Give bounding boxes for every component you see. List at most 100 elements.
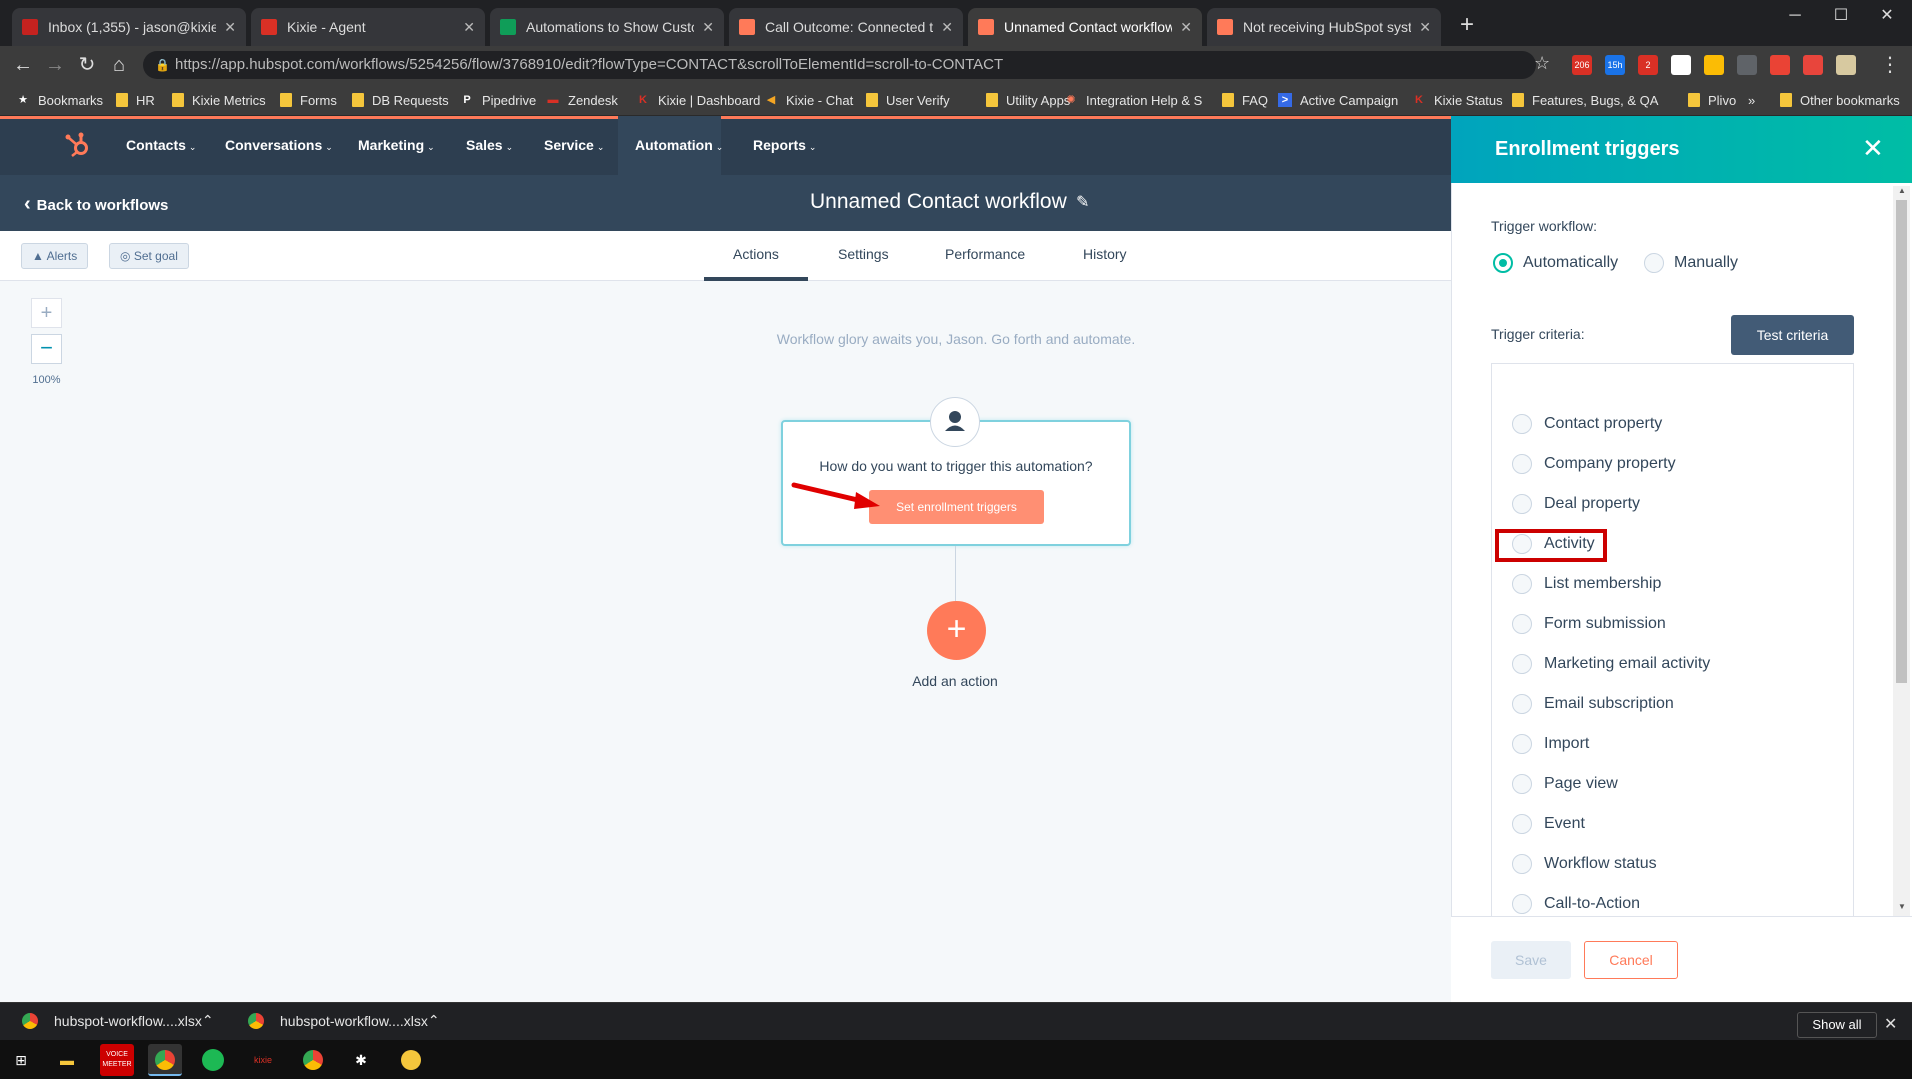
add-action-button[interactable]: + [927, 601, 986, 660]
criteria-radio[interactable] [1512, 694, 1532, 714]
criteria-contact-property[interactable]: Contact property [1544, 415, 1662, 433]
criteria-radio[interactable] [1512, 854, 1532, 874]
chevron-up-icon[interactable]: ⌃ [428, 1012, 440, 1029]
extension-icon[interactable]: 15h [1605, 55, 1625, 75]
address-bar[interactable]: 🔒 https://app.hubspot.com/workflows/52542… [143, 51, 1536, 79]
browser-tab[interactable]: Inbox (1,355) - jason@kixie.com ✕ [12, 8, 246, 46]
chrome-alt-taskbar-icon[interactable] [296, 1044, 330, 1076]
extension-icon[interactable] [1704, 55, 1724, 75]
nav-item-reports[interactable]: Reports ⌄ [753, 116, 816, 175]
criteria-company-property[interactable]: Company property [1544, 455, 1676, 473]
bookmark-item[interactable]: ◀ Kixie - Chat [764, 90, 853, 110]
close-tab-icon[interactable]: ✕ [941, 19, 953, 36]
nav-item-automation[interactable]: Automation ⌄ [635, 116, 723, 175]
criteria-workflow-status[interactable]: Workflow status [1544, 855, 1657, 873]
browser-tab[interactable]: Not receiving HubSpot system o ✕ [1207, 8, 1441, 46]
nav-item-contacts[interactable]: Contacts ⌄ [126, 116, 196, 175]
back-arrow-icon[interactable]: ← [8, 50, 38, 80]
kixie-taskbar-icon[interactable]: kixie [246, 1044, 280, 1076]
criteria-radio[interactable] [1512, 894, 1532, 914]
tab-performance[interactable]: Performance [945, 246, 1025, 262]
extension-icon[interactable] [1671, 55, 1691, 75]
save-button[interactable]: Save [1491, 941, 1571, 979]
chevron-up-icon[interactable]: ⌃ [202, 1012, 214, 1029]
bookmarks-more-icon[interactable]: » [1748, 90, 1755, 110]
bookmark-star-icon[interactable]: ☆ [1534, 53, 1550, 74]
tab-settings[interactable]: Settings [838, 246, 889, 262]
nav-item-marketing[interactable]: Marketing ⌄ [358, 116, 435, 175]
browser-tab[interactable]: Call Outcome: Connected to Upd ✕ [729, 8, 963, 46]
radio-manually[interactable] [1644, 253, 1664, 273]
set-goal-button[interactable]: ◎ Set goal [109, 243, 189, 269]
criteria-marketing-email-activity[interactable]: Marketing email activity [1544, 655, 1710, 673]
radio-automatically[interactable] [1493, 253, 1513, 273]
bookmark-item[interactable]: DB Requests [352, 90, 449, 110]
bookmark-item[interactable]: HR [116, 90, 155, 110]
hubspot-logo-icon[interactable] [64, 131, 92, 159]
minimize-button[interactable]: ─ [1772, 0, 1818, 32]
browser-tab[interactable]: Kixie - Agent ✕ [251, 8, 485, 46]
bookmark-item[interactable]: Plivo [1688, 90, 1736, 110]
set-enrollment-triggers-button[interactable]: Set enrollment triggers [869, 490, 1044, 524]
criteria-radio[interactable] [1512, 454, 1532, 474]
zoom-in-button[interactable]: + [31, 298, 62, 328]
forward-arrow-icon[interactable]: → [40, 50, 70, 80]
file-explorer-icon[interactable]: ▬ [50, 1044, 84, 1076]
nav-item-sales[interactable]: Sales ⌄ [466, 116, 513, 175]
criteria-form-submission[interactable]: Form submission [1544, 615, 1666, 633]
extension-icon[interactable] [1770, 55, 1790, 75]
criteria-page-view[interactable]: Page view [1544, 775, 1618, 793]
scroll-up-icon[interactable]: ▲ [1898, 186, 1906, 195]
tab-actions[interactable]: Actions [733, 246, 779, 262]
workflow-canvas[interactable] [0, 281, 1451, 1002]
bookmark-item[interactable]: K Kixie | Dashboard [636, 90, 760, 110]
spotify-icon[interactable] [196, 1044, 230, 1076]
bookmark-item[interactable]: Features, Bugs, & QA [1512, 90, 1658, 110]
browser-tab[interactable]: Automations to Show Customers ✕ [490, 8, 724, 46]
bookmark-item[interactable]: Forms [280, 90, 337, 110]
close-tab-icon[interactable]: ✕ [1419, 19, 1431, 36]
test-criteria-button[interactable]: Test criteria [1731, 315, 1854, 355]
criteria-radio[interactable] [1512, 494, 1532, 514]
extension-icon[interactable]: 2 [1638, 55, 1658, 75]
extension-icon[interactable] [1737, 55, 1757, 75]
sticky-notes-icon[interactable] [394, 1044, 428, 1076]
new-tab-button[interactable]: + [1453, 12, 1481, 40]
menu-kebab-icon[interactable]: ⋮ [1880, 52, 1900, 77]
download-item[interactable]: hubspot-workflow....xlsx ⌃ [248, 1012, 440, 1029]
bookmark-item[interactable]: ▬ Zendesk [546, 90, 618, 110]
pencil-edit-icon[interactable]: ✎ [1076, 192, 1089, 212]
extension-icon[interactable] [1836, 55, 1856, 75]
bookmark-item[interactable]: ★ Bookmarks [16, 90, 103, 110]
criteria-radio[interactable] [1512, 614, 1532, 634]
other-bookmarks[interactable]: Other bookmarks [1780, 90, 1900, 110]
cancel-button[interactable]: Cancel [1584, 941, 1678, 979]
extension-icon[interactable] [1803, 55, 1823, 75]
close-tab-icon[interactable]: ✕ [1180, 19, 1192, 36]
show-all-button[interactable]: Show all [1797, 1012, 1877, 1038]
tab-history[interactable]: History [1083, 246, 1127, 262]
criteria-list-membership[interactable]: List membership [1544, 575, 1661, 593]
bookmark-item[interactable]: FAQ [1222, 90, 1268, 110]
criteria-call-to-action[interactable]: Call-to-Action [1544, 895, 1640, 913]
criteria-radio[interactable] [1512, 574, 1532, 594]
close-panel-icon[interactable]: ✕ [1862, 133, 1884, 164]
bookmark-item[interactable]: User Verify [866, 90, 950, 110]
criteria-email-subscription[interactable]: Email subscription [1544, 695, 1674, 713]
close-window-button[interactable]: ✕ [1864, 0, 1910, 32]
criteria-radio[interactable] [1512, 654, 1532, 674]
criteria-radio[interactable] [1512, 734, 1532, 754]
close-tab-icon[interactable]: ✕ [463, 19, 475, 36]
close-tab-icon[interactable]: ✕ [224, 19, 236, 36]
scroll-down-icon[interactable]: ▼ [1898, 902, 1906, 911]
bookmark-item[interactable]: Utility Apps [986, 90, 1070, 110]
close-downloads-icon[interactable]: ✕ [1884, 1014, 1897, 1034]
download-item[interactable]: hubspot-workflow....xlsx ⌃ [22, 1012, 214, 1029]
browser-tab[interactable]: Unnamed Contact workflow | Hu ✕ [968, 8, 1202, 46]
extension-icon[interactable]: 206 [1572, 55, 1592, 75]
criteria-radio[interactable] [1512, 414, 1532, 434]
maximize-button[interactable]: ☐ [1818, 0, 1864, 32]
voicemeeter-icon[interactable]: VOICE MEETER [100, 1044, 134, 1076]
criteria-radio[interactable] [1512, 814, 1532, 834]
nav-item-service[interactable]: Service ⌄ [544, 116, 604, 175]
